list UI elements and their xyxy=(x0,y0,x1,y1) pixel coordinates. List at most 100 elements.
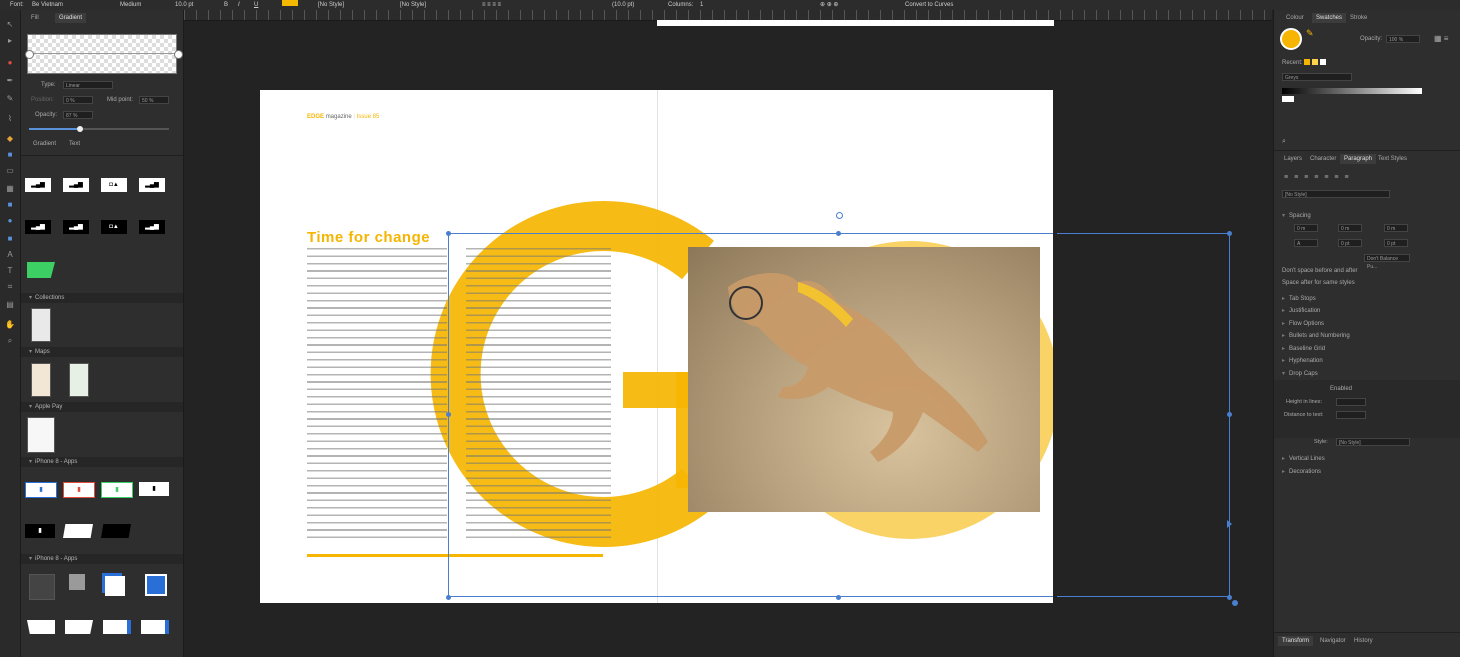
selection-handle[interactable] xyxy=(446,595,451,600)
drop-caps-enabled[interactable]: Enabled xyxy=(1330,386,1352,392)
section-spacing[interactable]: ▾ Spacing xyxy=(1282,212,1311,219)
selection-handle[interactable] xyxy=(836,595,841,600)
crop-tool-icon[interactable]: ⌗ xyxy=(5,282,15,291)
tab-stroke[interactable]: Stroke xyxy=(1346,13,1371,23)
image-frame-icon[interactable]: ■ xyxy=(5,150,15,159)
tab-paragraph[interactable]: Paragraph xyxy=(1340,154,1377,164)
leading-field[interactable]: (10.0 pt) xyxy=(612,0,634,10)
asset-status-pill[interactable]: ▮ xyxy=(101,482,133,498)
asset-green-tag[interactable] xyxy=(27,262,55,278)
asset-shape[interactable] xyxy=(103,620,131,634)
section-bullets[interactable]: ▸ Bullets and Numbering xyxy=(1282,332,1350,339)
opacity-field[interactable]: 100 % xyxy=(1386,35,1420,43)
section-baseline-grid[interactable]: ▸ Baseline Grid xyxy=(1282,345,1325,352)
indent-right-field[interactable]: 0 m xyxy=(1338,224,1362,232)
eyedropper-icon[interactable]: ✎ xyxy=(1306,28,1314,39)
arrange-buttons[interactable]: ⊕ ⊕ ⊕ xyxy=(820,0,838,10)
tab-transform[interactable]: Transform xyxy=(1278,636,1314,646)
align-buttons[interactable]: ≡ ≡ ≡ ≡ xyxy=(482,0,501,10)
tab-colour[interactable]: Colour xyxy=(1282,13,1308,23)
palette-dropdown[interactable]: Greys xyxy=(1282,73,1352,81)
asset-signal-dark[interactable]: ◘▲ xyxy=(101,220,127,234)
text-frame-icon[interactable]: ▭ xyxy=(5,166,15,175)
tab-gradient[interactable]: Gradient xyxy=(55,13,87,23)
section-vertical-lines[interactable]: ▸ Vertical Lines xyxy=(1282,455,1325,462)
table-tool-icon[interactable]: ▦ xyxy=(5,184,15,193)
asset-signal-dark[interactable]: ▂▄▆ xyxy=(63,220,89,234)
zoom-tool-icon[interactable]: ⌕ xyxy=(5,336,15,345)
asset-shape[interactable] xyxy=(141,620,169,634)
drop-caps-height-field[interactable] xyxy=(1336,398,1366,406)
headline[interactable]: Time for change xyxy=(307,229,430,246)
section-drop-caps[interactable]: ▾ Drop Caps xyxy=(1282,370,1318,377)
section-hyphenation[interactable]: ▸ Hyphenation xyxy=(1282,357,1323,364)
gradient-stop-handle[interactable] xyxy=(25,50,34,59)
asset-signal-light[interactable]: ▂▄▆ xyxy=(63,178,89,192)
tab-history[interactable]: History xyxy=(1350,636,1377,646)
selection-handle[interactable] xyxy=(446,231,451,236)
tab-swatches[interactable]: Swatches xyxy=(1312,13,1347,23)
type-dropdown[interactable]: Linear xyxy=(63,81,113,89)
balance-dropdown[interactable]: Don't Balance Pu... xyxy=(1364,254,1410,270)
asset-status-pill[interactable]: ▮ xyxy=(25,482,57,498)
leading-field[interactable]: A xyxy=(1294,239,1318,247)
move-tool-icon[interactable]: ↖ xyxy=(5,20,15,29)
space-before-field[interactable]: 0 pt xyxy=(1338,239,1362,247)
asset-thumbnail[interactable] xyxy=(31,363,51,397)
section-collections-header[interactable]: ▾ Collections xyxy=(21,293,183,303)
document-spread[interactable]: EDGE magazine | Issue 85 Time for change xyxy=(260,90,1053,603)
hand-tool-icon[interactable]: ✋ xyxy=(5,320,15,329)
rectangle-tool-icon[interactable]: ■ xyxy=(5,200,15,209)
indent-first-field[interactable]: 0 m xyxy=(1384,224,1408,232)
asset-signal-dark[interactable]: ▂▄▆ xyxy=(139,220,165,234)
selection-bounding-box[interactable] xyxy=(448,233,1053,597)
place-image-icon[interactable]: ▤ xyxy=(5,300,15,309)
section-apple-pay-header[interactable]: ▾ Apple Pay xyxy=(21,402,183,412)
asset-status-pill[interactable]: ▮ xyxy=(63,482,95,498)
section-flow-options[interactable]: ▸ Flow Options xyxy=(1282,320,1324,327)
color-picker-icon[interactable]: ● xyxy=(5,58,15,67)
asset-thumbnail[interactable] xyxy=(31,308,51,342)
character-style-dropdown[interactable]: [No Style] xyxy=(400,0,426,10)
artistic-text-icon[interactable]: A xyxy=(5,250,15,259)
swatch-white[interactable] xyxy=(1282,96,1294,102)
asset-signal-light[interactable]: ▂▄▆ xyxy=(25,178,51,192)
frame-text-icon[interactable]: T xyxy=(5,266,15,275)
asset-shape[interactable] xyxy=(101,524,131,538)
paragraph-style-dropdown[interactable]: [No Style] xyxy=(318,0,344,10)
indent-left-field[interactable]: 0 m xyxy=(1294,224,1318,232)
pen-tool-icon[interactable]: ✒ xyxy=(5,76,15,85)
tab-text-styles[interactable]: Text Styles xyxy=(1374,154,1411,164)
ellipse-tool-icon[interactable]: ● xyxy=(5,216,15,225)
section-tab-stops[interactable]: ▸ Tab Stops xyxy=(1282,295,1316,302)
pencil-tool-icon[interactable]: ✎ xyxy=(5,94,15,103)
asset-shape[interactable] xyxy=(65,620,93,634)
opacity-slider[interactable] xyxy=(29,126,169,132)
brush-tool-icon[interactable]: ⌇ xyxy=(5,114,15,123)
option-space-before-after[interactable]: Don't space before and after xyxy=(1282,268,1358,274)
section-iphone-apps2-header[interactable]: ▾ iPhone 8 - Apps xyxy=(21,554,183,564)
shape-tool-icon[interactable]: ■ xyxy=(5,234,15,243)
node-tool-icon[interactable]: ▸ xyxy=(5,36,15,45)
asset-shape[interactable] xyxy=(27,620,55,634)
section-decorations[interactable]: ▸ Decorations xyxy=(1282,468,1321,475)
underline-button[interactable]: U xyxy=(254,0,258,10)
paragraph-style-dropdown[interactable]: [No Style] xyxy=(1282,190,1390,198)
section-justification[interactable]: ▸ Justification xyxy=(1282,307,1320,314)
body-text-column-1[interactable] xyxy=(307,248,447,540)
drop-caps-distance-field[interactable] xyxy=(1336,411,1366,419)
tab-fill[interactable]: Fill xyxy=(27,13,43,23)
section-maps-header[interactable]: ▾ Maps xyxy=(21,347,183,357)
columns-field[interactable]: 1 xyxy=(700,0,703,10)
tab-sub-text[interactable]: Text xyxy=(65,139,84,149)
selection-handle[interactable] xyxy=(446,412,451,417)
asset-thumbnail[interactable] xyxy=(105,576,125,596)
asset-shape[interactable] xyxy=(63,524,93,538)
asset-thumbnail[interactable] xyxy=(145,574,167,596)
asset-thumbnail[interactable] xyxy=(69,574,85,590)
font-weight-dropdown[interactable]: Medium xyxy=(120,0,141,10)
opacity-field[interactable]: 87 % xyxy=(63,111,93,119)
link-handle[interactable] xyxy=(1232,600,1238,606)
recent-swatch[interactable] xyxy=(1304,59,1310,65)
font-family-dropdown[interactable]: Be Vietnam xyxy=(32,0,63,10)
